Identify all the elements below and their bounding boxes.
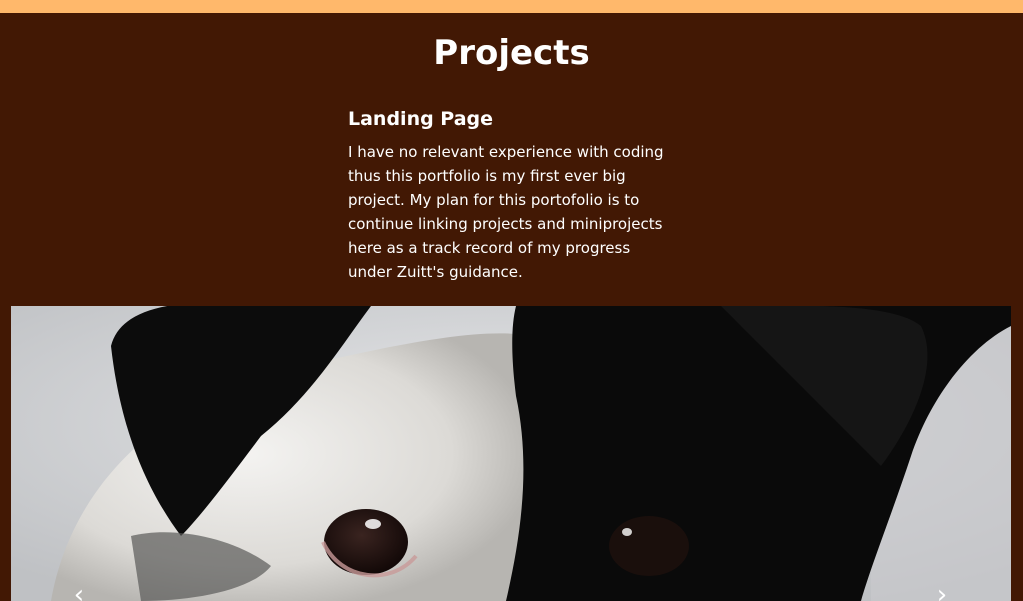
project-card: Landing Page I have no relevant experien… [348,106,678,284]
carousel-next-button[interactable]: › [922,580,962,601]
top-accent-bar [0,0,1023,13]
carousel-prev-button[interactable]: ‹ [59,580,99,601]
puppy-image [11,306,1011,601]
chevron-left-icon: ‹ [73,580,85,601]
section-title: Projects [433,33,590,73]
chevron-right-icon: › [936,580,948,601]
project-title: Landing Page [348,108,494,130]
project-carousel[interactable]: ‹ › [11,306,1011,601]
project-description: I have no relevant experience with codin… [348,143,664,281]
